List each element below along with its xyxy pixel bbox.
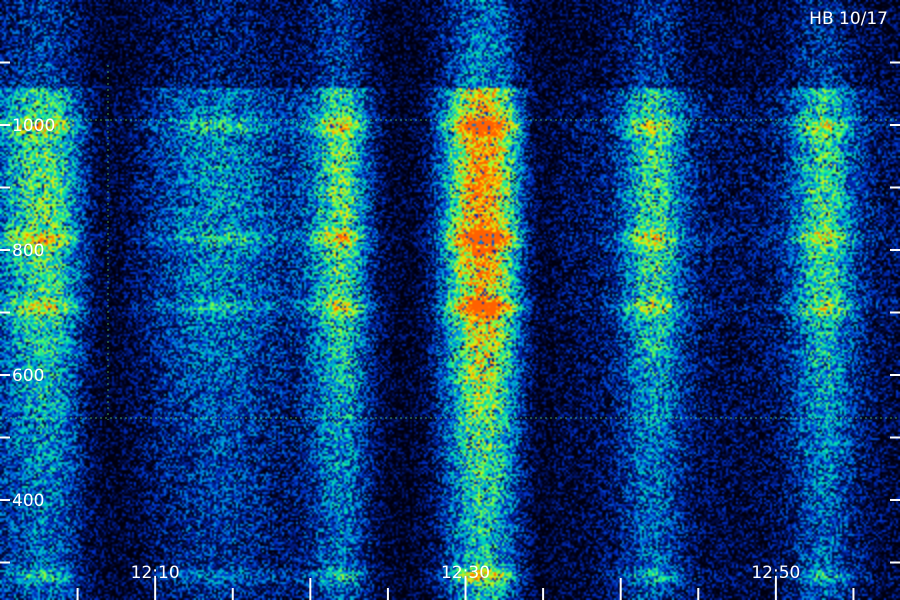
- spectrogram-heatmap: [0, 0, 900, 600]
- x-tick-label: 12:50: [751, 563, 800, 583]
- y-tick-label: 1000: [12, 116, 55, 136]
- chart-title: HB 10/17: [809, 9, 888, 29]
- y-tick-label: 400: [12, 491, 44, 511]
- x-tick-label: 12:30: [441, 563, 490, 583]
- spectrogram-chart: 400 600 800 1000 12:10 12:30 12:50 HB 10/17: [0, 0, 900, 600]
- y-tick-label: 600: [12, 366, 44, 386]
- y-tick-label: 800: [12, 241, 44, 261]
- x-tick-label: 12:10: [131, 563, 180, 583]
